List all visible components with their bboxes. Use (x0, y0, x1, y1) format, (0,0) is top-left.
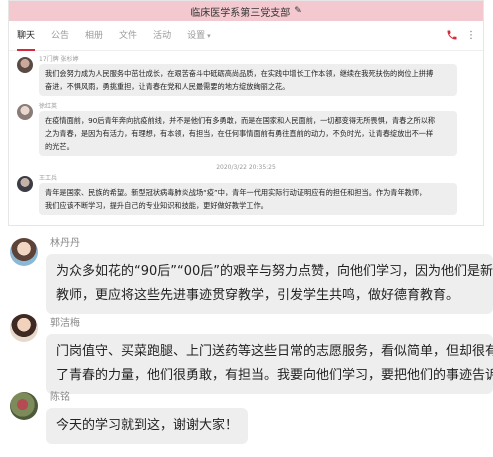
sender-name: 王工兵 (39, 175, 58, 182)
tab-announcement[interactable]: 公告 (51, 21, 69, 51)
message-line: 我们会努力成为人民服务中茁壮成长，在艰苦奋斗中砥砺高尚品质，在实践中增长工作本领… (45, 69, 434, 78)
message-line: 教师，更应将这些先进事迹贯穿教学，引发学生共鸣，做好德育教育。 (56, 288, 460, 303)
sender-name: 郭洁梅 (50, 318, 80, 329)
avatar[interactable] (10, 238, 38, 266)
message-line: 我们应该不断学习，提升自己的专业知识和技能，更好做好教学工作。 (45, 201, 268, 210)
tab-settings-label: 设置 (187, 30, 206, 41)
message-line: 之为青春，是因为有活力，有理想，有本领，有担当，在任何事情面前有勇往直前的动力，… (45, 129, 434, 138)
group-title: 临床医学系第三党支部 (190, 7, 291, 19)
tab-album[interactable]: 相册 (85, 21, 103, 51)
message-line: 为众多如花的“90后”“00后”的艰辛与努力点赞，向他们学习，因为他们是新时 (56, 264, 493, 279)
message-bubble: 青年是国家、民族的希望。新型冠状病毒肺炎战场“疫”中，青年一代用实际行动证明应有… (39, 183, 457, 215)
tab-bar: 聊天 公告 相册 文件 活动 设置 ▾ ⋮ (9, 21, 483, 51)
sender-name: 17门牌 张杉婷 (39, 56, 79, 63)
message-line: 在疫情面前，90后青年奔向抗疫前线，并不是他们有多勇敢，而是在国家和人民面前，一… (45, 116, 436, 125)
message-bubble: 今天的学习就到这，谢谢大家！ (46, 408, 249, 444)
avatar[interactable] (10, 392, 38, 420)
list-item: 17门牌 张杉婷 我们会努力成为人民服务中茁壮成长，在艰苦奋斗中砥砺高尚品质，在… (17, 55, 475, 96)
tab-activity[interactable]: 活动 (153, 21, 171, 51)
avatar[interactable] (17, 104, 33, 120)
timestamp: 2020/3/22 20:35:25 (216, 164, 276, 171)
message-line: 奋进，不惧风雨，勇挑重担，让青春在党和人民最需要的地方绽放绚丽之花。 (45, 82, 290, 91)
chat-history-small: 17门牌 张杉婷 我们会努力成为人民服务中茁壮成长，在艰苦奋斗中砥砺高尚品质，在… (9, 51, 483, 215)
tab-chat[interactable]: 聊天 (17, 21, 36, 51)
message-bubble: 为众多如花的“90后”“00后”的艰辛与努力点赞，向他们学习，因为他们是新时 教… (46, 254, 493, 314)
message-line: 了青春的力量，他们很勇敢，有担当。我要向他们学习，要把他们的事迹告诉我的 (56, 368, 493, 383)
message-line: 青年是国家、民族的希望。新型冠状病毒肺炎战场“疫”中，青年一代用实际行动证明应有… (45, 188, 427, 197)
edit-icon[interactable]: ✎ (294, 6, 302, 16)
message-line: 门岗值守、买菜跑腿、上门送药等这些日常的志愿服务，看似简单，但却很有温度 (56, 344, 493, 359)
message-line: 今天的学习就到这，谢谢大家！ (56, 418, 239, 433)
message-bubble: 门岗值守、买菜跑腿、上门送药等这些日常的志愿服务，看似简单，但却很有温度 了青春… (46, 334, 493, 394)
message-bubble: 在疫情面前，90后青年奔向抗疫前线，并不是他们有多勇敢，而是在国家和人民面前，一… (39, 111, 457, 156)
avatar[interactable] (10, 314, 38, 342)
avatar[interactable] (17, 57, 33, 73)
title-bar: 临床医学系第三党支部 ✎ (9, 1, 483, 21)
group-chat-window: 临床医学系第三党支部 ✎ 聊天 公告 相册 文件 活动 设置 ▾ ⋮ 17门牌 张… (8, 0, 484, 226)
tab-files[interactable]: 文件 (119, 21, 137, 51)
avatar[interactable] (17, 176, 33, 192)
list-item: 王工兵 青年是国家、民族的希望。新型冠状病毒肺炎战场“疫”中，青年一代用实际行动… (17, 174, 475, 215)
message-bubble: 我们会努力成为人民服务中茁壮成长，在艰苦奋斗中砥砺高尚品质，在实践中增长工作本领… (39, 64, 457, 96)
more-icon[interactable]: ⋮ (465, 29, 477, 43)
list-item: 徐红英 在疫情面前，90后青年奔向抗疫前线，并不是他们有多勇敢，而是在国家和人民… (17, 102, 475, 156)
sender-name: 徐红英 (39, 103, 58, 110)
sender-name: 林丹丹 (50, 238, 80, 249)
message-line: 的光芒。 (45, 142, 74, 151)
tab-settings[interactable]: 设置 ▾ (187, 21, 211, 51)
chevron-down-icon: ▾ (207, 31, 211, 40)
sender-name: 陈铭 (50, 392, 70, 403)
phone-icon[interactable] (445, 29, 459, 43)
